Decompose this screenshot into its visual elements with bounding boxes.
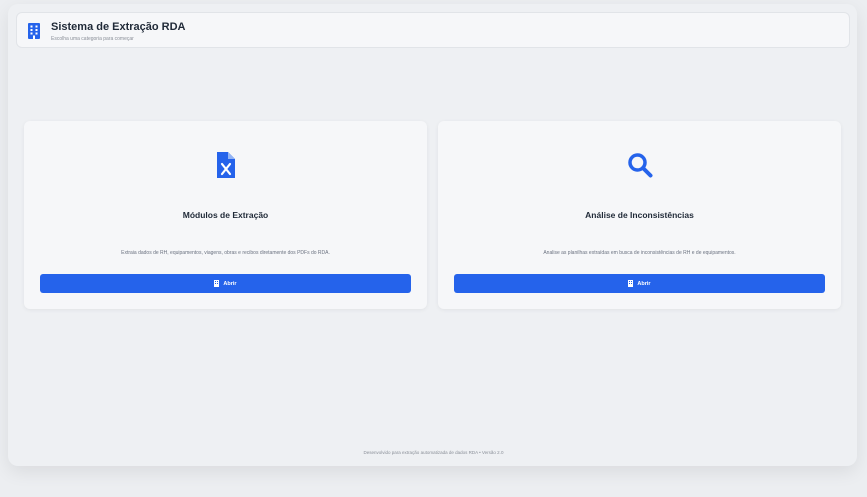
page-subtitle: Escolha uma categoria para começar	[51, 36, 134, 42]
building-icon	[28, 23, 40, 39]
open-extraction-button[interactable]: Abrir	[40, 274, 411, 293]
button-label: Abrir	[637, 280, 651, 287]
app-header: Sistema de Extração RDA Escolha uma cate…	[16, 12, 850, 48]
card-title: Módulos de Extração	[182, 210, 269, 220]
card-title: Análise de Inconsistências	[585, 210, 694, 220]
page-title: Sistema de Extração RDA	[51, 21, 186, 33]
excel-file-icon	[216, 152, 235, 178]
button-label: Abrir	[223, 280, 237, 287]
card-description: Extraia dados de RH, equipamentos, viage…	[121, 250, 330, 256]
building-icon	[214, 280, 220, 287]
card-extraction-modules: Módulos de Extração Extraia dados de RH,…	[24, 121, 427, 309]
card-description: Analise as planilhas extraídas em busca …	[543, 250, 736, 256]
open-analysis-button[interactable]: Abrir	[454, 274, 825, 293]
footer-text: Desenvolvido para extração automatizada …	[363, 450, 504, 455]
card-inconsistency-analysis: Análise de Inconsistências Analise as pl…	[438, 121, 841, 309]
search-icon	[627, 153, 652, 178]
building-icon	[628, 280, 634, 287]
